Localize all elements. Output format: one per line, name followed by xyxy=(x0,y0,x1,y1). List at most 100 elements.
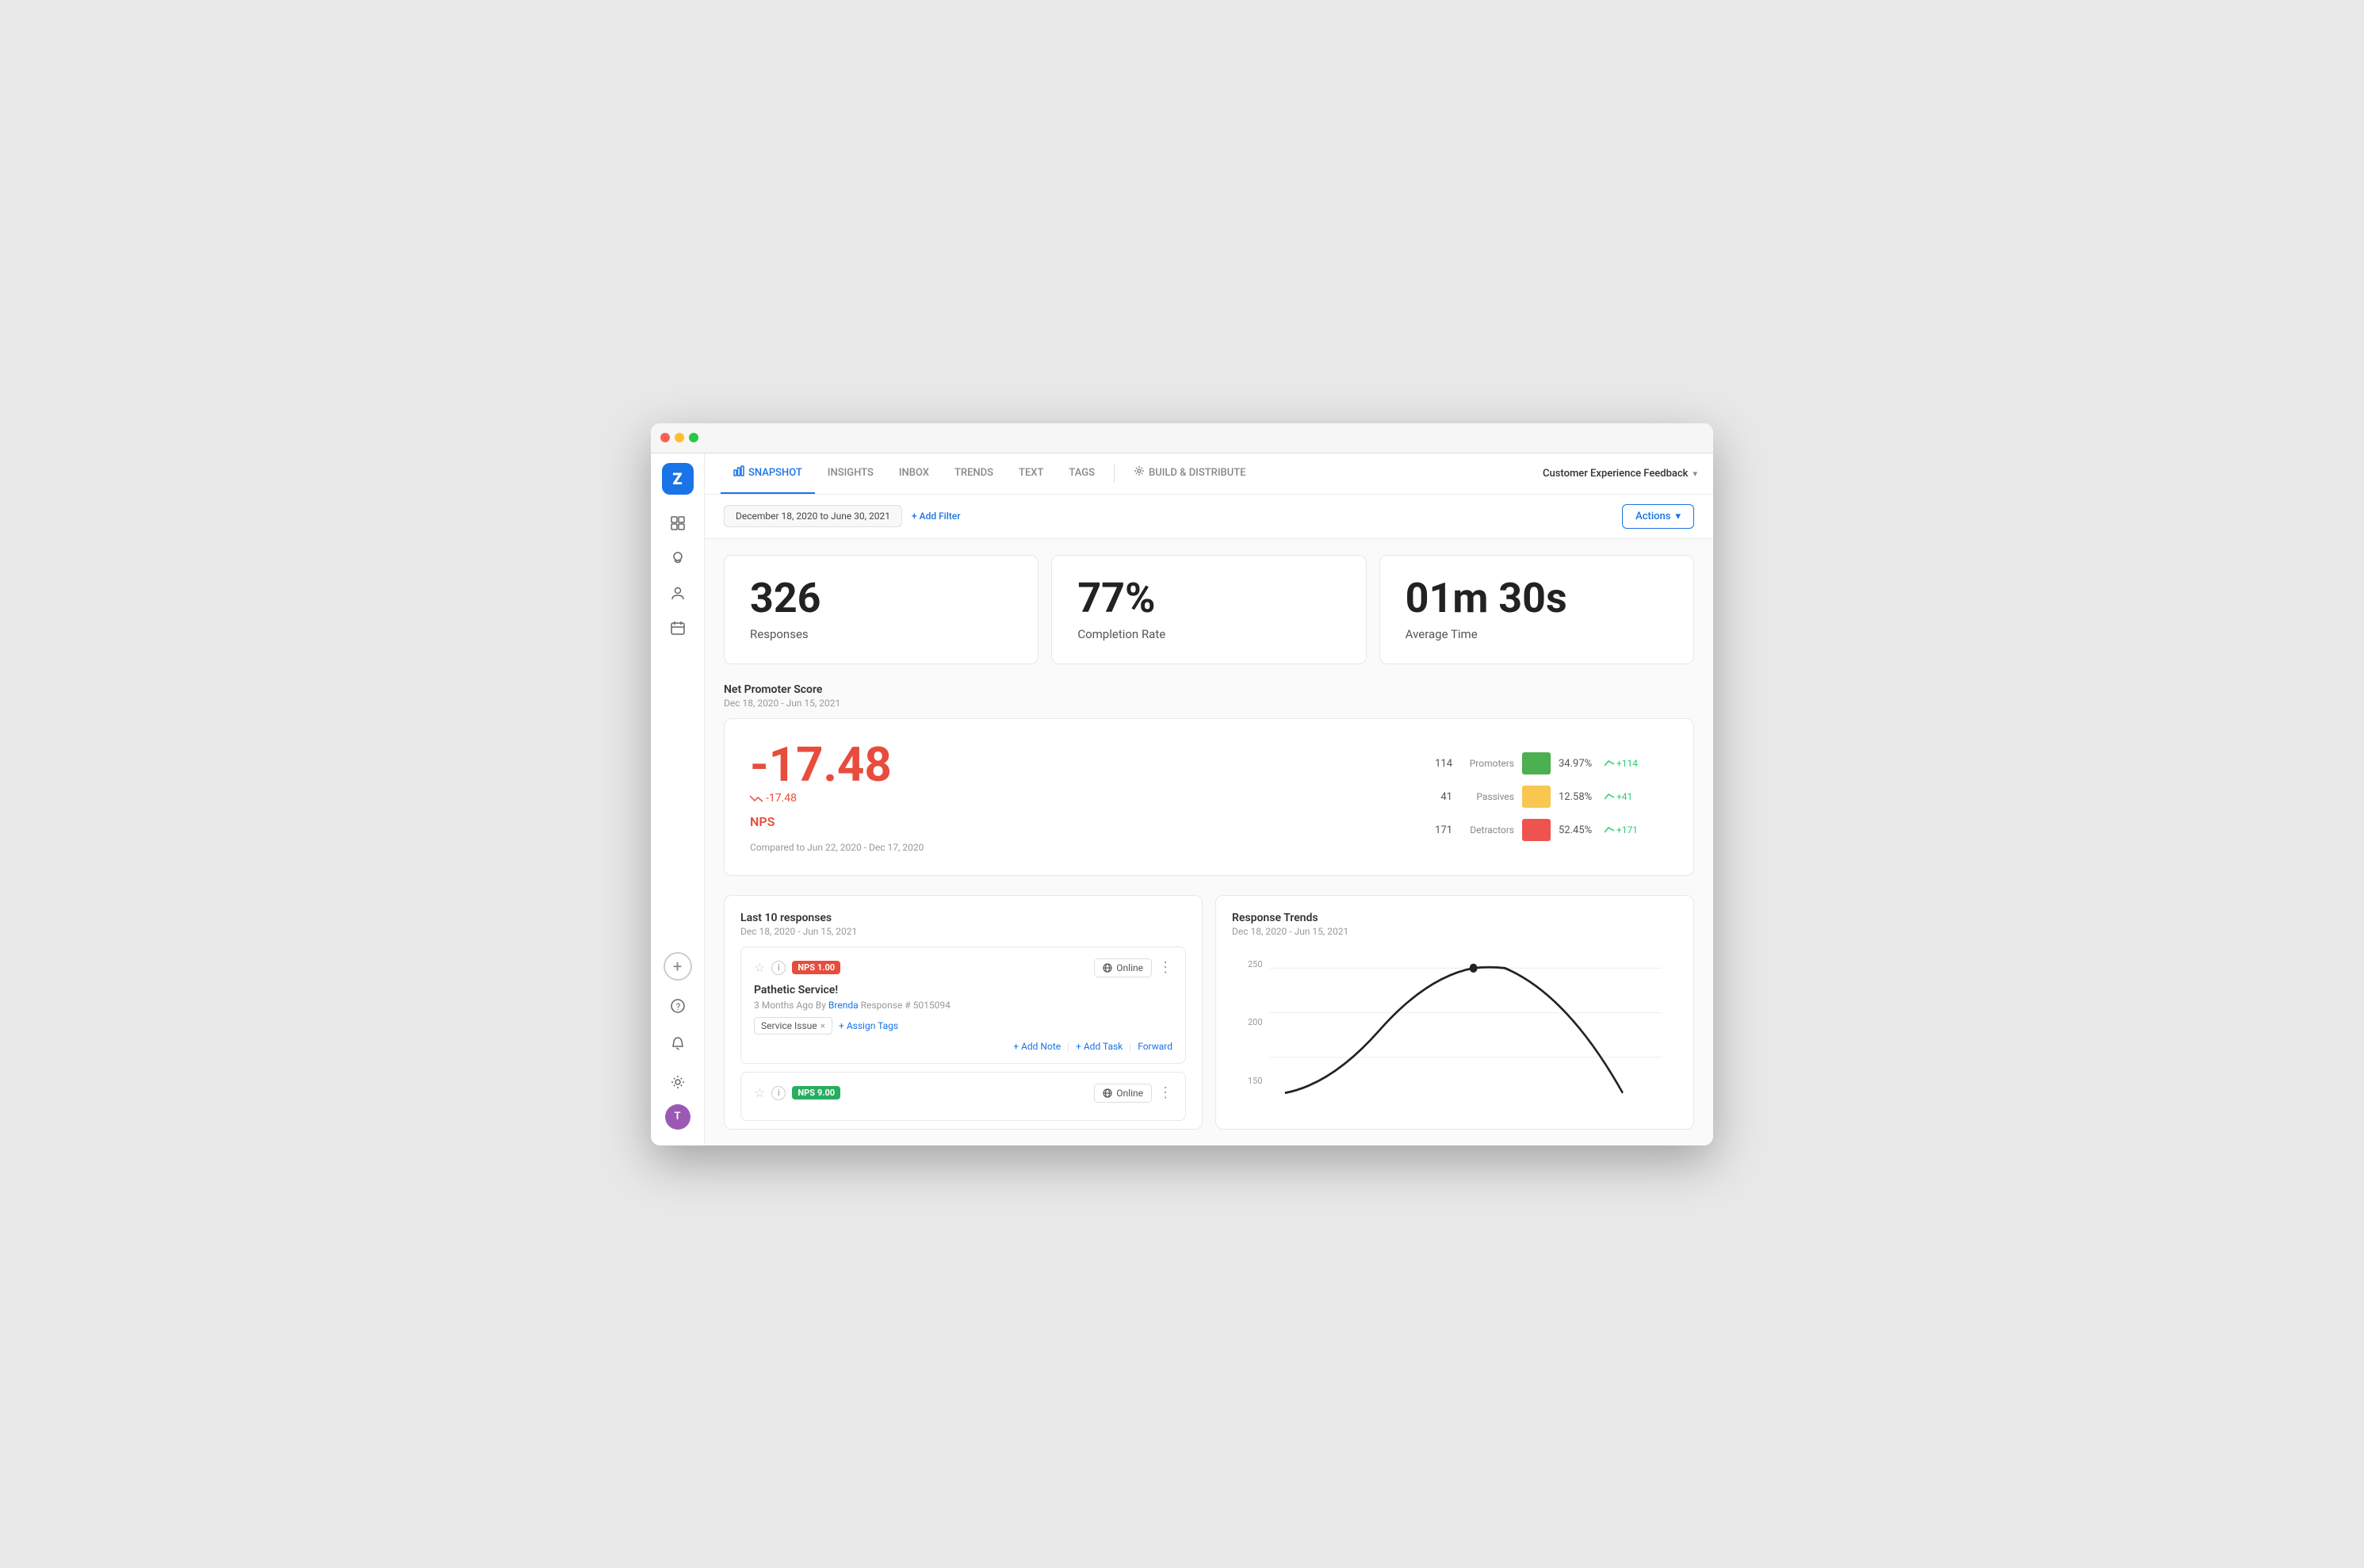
nps-badge-label-2: NPS xyxy=(798,1088,815,1098)
response-tags-1: Service Issue × + Assign Tags xyxy=(754,1017,1172,1034)
tab-tags[interactable]: TAGS xyxy=(1056,453,1107,495)
add-filter-button[interactable]: + Add Filter xyxy=(912,511,961,522)
sidebar-icon-help[interactable]: ? xyxy=(662,990,694,1022)
app-window: Z xyxy=(651,423,1713,1145)
nps-card: -17.48 -17.48 NPS Compared to Jun 22, 20… xyxy=(724,718,1694,876)
response-right-1: Online ⋮ xyxy=(1094,958,1172,977)
online-btn-2[interactable]: Online xyxy=(1094,1084,1152,1103)
tab-snapshot[interactable]: SNAPSHOT xyxy=(721,453,815,495)
nps-title: Net Promoter Score xyxy=(724,683,1694,696)
tab-inbox[interactable]: INBOX xyxy=(886,453,942,495)
trends-card: Response Trends Dec 18, 2020 - Jun 15, 2… xyxy=(1215,895,1694,1130)
sidebar-icon-person[interactable] xyxy=(662,577,694,609)
detractors-count: 171 xyxy=(1430,824,1452,836)
nps-passives-row: 41 Passives 12.58% +41 xyxy=(1430,786,1668,808)
nps-trend-icon xyxy=(750,794,763,803)
bottom-row: Last 10 responses Dec 18, 2020 - Jun 15,… xyxy=(724,895,1694,1130)
tab-insights[interactable]: INSIGHTS xyxy=(815,453,886,495)
nps-badge-1: NPS 1.00 xyxy=(792,961,840,974)
trends-card-inner: Response Trends Dec 18, 2020 - Jun 15, 2… xyxy=(1216,896,1693,1121)
response-item-2: ☆ i NPS 9.00 xyxy=(740,1072,1186,1121)
sidebar-icon-chat[interactable] xyxy=(662,542,694,574)
detractors-label: Detractors xyxy=(1460,824,1514,836)
add-task-1[interactable]: + Add Task xyxy=(1076,1041,1123,1052)
tab-inbox-label: INBOX xyxy=(899,467,929,479)
tab-build[interactable]: BUILD & DISTRIBUTE xyxy=(1121,453,1259,495)
minimize-button[interactable] xyxy=(675,433,684,442)
avatar[interactable]: T xyxy=(665,1104,690,1130)
nps-score: -17.48 xyxy=(750,741,924,789)
nps-change-value: -17.48 xyxy=(766,792,797,805)
promoters-trend-icon xyxy=(1605,759,1614,767)
passives-pct: 12.58% xyxy=(1559,791,1597,803)
tab-trends[interactable]: TRENDS xyxy=(942,453,1006,495)
tab-insights-label: INSIGHTS xyxy=(828,467,874,479)
survey-chevron: ▾ xyxy=(1693,468,1697,479)
sidebar-bottom: ? T xyxy=(662,990,694,1136)
nps-section: Net Promoter Score Dec 18, 2020 - Jun 15… xyxy=(724,683,1694,876)
promoters-bar xyxy=(1522,752,1551,774)
maximize-button[interactable] xyxy=(689,433,698,442)
forward-1[interactable]: Forward xyxy=(1138,1041,1172,1052)
tab-snapshot-label: SNAPSHOT xyxy=(748,467,802,479)
actions-button[interactable]: Actions ▾ xyxy=(1622,504,1694,529)
promoters-trend: +114 xyxy=(1605,758,1638,769)
sidebar-icon-grid[interactable] xyxy=(662,507,694,539)
info-icon-2[interactable]: i xyxy=(771,1086,786,1100)
build-icon xyxy=(1134,465,1145,480)
online-btn-1[interactable]: Online xyxy=(1094,958,1152,977)
nps-compared: Compared to Jun 22, 2020 - Dec 17, 2020 xyxy=(750,842,924,853)
actions-label: Actions xyxy=(1635,511,1670,522)
nps-badge-score-2: 9.00 xyxy=(817,1088,835,1098)
passives-trend: +41 xyxy=(1605,791,1632,802)
tab-text[interactable]: TEXT xyxy=(1006,453,1056,495)
sidebar-icon-calendar[interactable] xyxy=(662,612,694,644)
passives-count: 41 xyxy=(1430,791,1452,803)
star-icon-2[interactable]: ☆ xyxy=(754,1085,765,1100)
sidebar-icon-bell[interactable] xyxy=(662,1028,694,1060)
more-btn-2[interactable]: ⋮ xyxy=(1158,1084,1172,1101)
survey-selector[interactable]: Customer Experience Feedback ▾ xyxy=(1543,468,1697,480)
globe-icon-2 xyxy=(1103,1088,1112,1098)
more-btn-1[interactable]: ⋮ xyxy=(1158,959,1172,976)
stats-row: 326 Responses 77% Completion Rate 01m 30… xyxy=(724,555,1694,664)
sidebar-icon-settings[interactable] xyxy=(662,1066,694,1098)
date-filter[interactable]: December 18, 2020 to June 30, 2021 xyxy=(724,505,902,527)
add-note-1[interactable]: + Add Note xyxy=(1013,1041,1061,1052)
promoters-pct: 34.97% xyxy=(1559,758,1597,770)
response-header-2: ☆ i NPS 9.00 xyxy=(754,1084,1172,1103)
y-label-250: 250 xyxy=(1248,959,1263,969)
y-label-200: 200 xyxy=(1248,1017,1263,1027)
response-author-1[interactable]: Brenda xyxy=(828,1000,859,1011)
tag-remove-1[interactable]: × xyxy=(821,1020,825,1031)
title-bar xyxy=(651,423,1713,453)
responses-value: 326 xyxy=(750,578,1012,619)
add-button[interactable]: + xyxy=(664,952,692,981)
trends-date-range: Dec 18, 2020 - Jun 15, 2021 xyxy=(1232,926,1677,937)
traffic-lights xyxy=(660,433,698,442)
response-right-2: Online ⋮ xyxy=(1094,1084,1172,1103)
responses-title: Last 10 responses xyxy=(740,912,1186,924)
detractors-bar xyxy=(1522,819,1551,841)
detractors-pct: 52.45% xyxy=(1559,824,1597,836)
trend-svg xyxy=(1269,959,1662,1102)
logo[interactable]: Z xyxy=(662,463,694,495)
passives-bar xyxy=(1522,786,1551,808)
nav-right: Customer Experience Feedback ▾ xyxy=(1543,468,1697,480)
responses-label: Responses xyxy=(750,627,1012,641)
trend-line xyxy=(1284,967,1622,1093)
promoters-label: Promoters xyxy=(1460,758,1514,769)
trend-chart: 250 200 150 xyxy=(1232,947,1677,1121)
info-icon-1[interactable]: i xyxy=(771,961,786,975)
assign-tags-1[interactable]: + Assign Tags xyxy=(839,1020,898,1031)
toolbar: December 18, 2020 to June 30, 2021 + Add… xyxy=(705,495,1713,539)
close-button[interactable] xyxy=(660,433,670,442)
promoters-count: 114 xyxy=(1430,758,1452,770)
completion-label: Completion Rate xyxy=(1077,627,1340,641)
trend-peak-dot xyxy=(1469,963,1477,972)
nps-badge-2: NPS 9.00 xyxy=(792,1086,840,1100)
online-label-2: Online xyxy=(1116,1088,1143,1099)
responses-card: Last 10 responses Dec 18, 2020 - Jun 15,… xyxy=(724,895,1203,1130)
stat-completion: 77% Completion Rate xyxy=(1051,555,1366,664)
star-icon-1[interactable]: ☆ xyxy=(754,960,765,975)
